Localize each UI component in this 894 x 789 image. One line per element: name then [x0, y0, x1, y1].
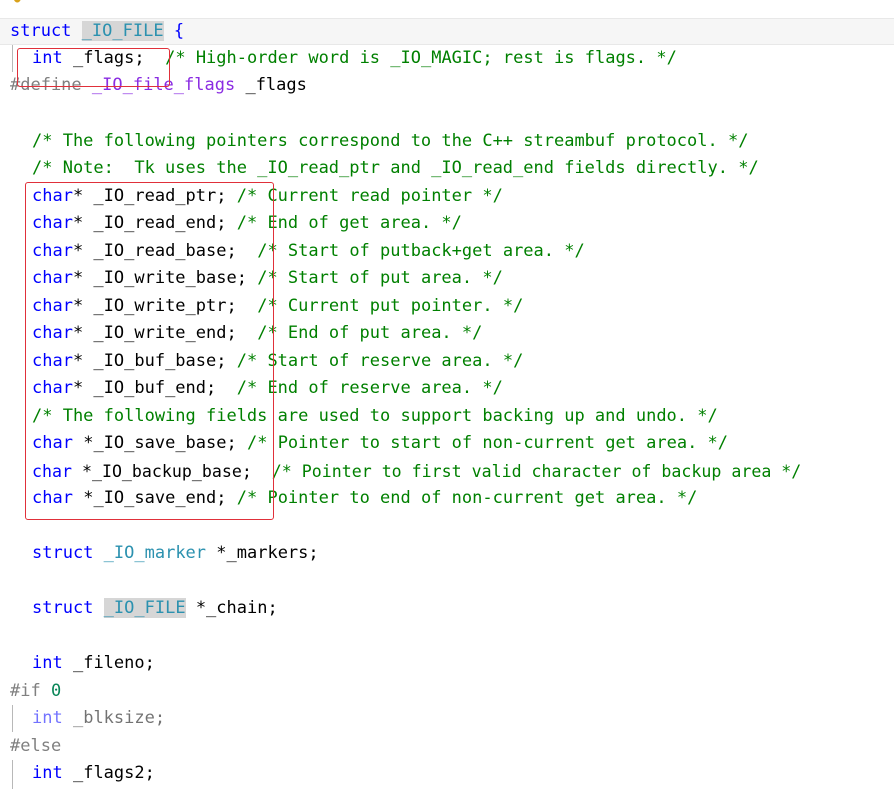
code-line-14[interactable]: char* _IO_buf_end; /* End of reserve are… [32, 375, 503, 402]
preprocessor-directive: #if [10, 681, 41, 701]
preprocessor-directive: #define [10, 75, 82, 95]
keyword: char [32, 241, 73, 261]
declaration: * _IO_write_base; [72, 268, 247, 288]
keyword: struct [32, 598, 94, 618]
keyword: char [32, 462, 72, 481]
fold-guide [12, 760, 13, 789]
declaration: *_IO_save_base; [83, 433, 237, 453]
code-line-9[interactable]: char* _IO_read_base; /* Start of putback… [32, 238, 585, 265]
code-line-22[interactable]: struct _IO_FILE *_chain; [32, 595, 278, 622]
keyword: int [32, 763, 63, 783]
comment: /* End of reserve area. */ [236, 378, 503, 398]
declaration: *_IO_save_end; [83, 488, 227, 508]
lightbulb-icon[interactable]: ● [14, 0, 24, 4]
fold-guide [12, 705, 13, 732]
keyword: int [32, 708, 63, 728]
code-line-8[interactable]: char* _IO_read_end; /* End of get area. … [32, 210, 462, 237]
keyword: char [32, 213, 73, 233]
code-line-7[interactable]: char* _IO_read_ptr; /* Current read poin… [32, 183, 503, 210]
code-line-1[interactable]: struct _IO_FILE { [10, 18, 184, 45]
code-line-24[interactable]: int _fileno; [32, 650, 155, 677]
keyword: char [32, 186, 73, 206]
declaration: _flags; [72, 48, 145, 68]
keyword: char [32, 378, 73, 398]
declaration: _blksize; [72, 708, 166, 728]
keyword: char [32, 268, 73, 288]
code-line-13[interactable]: char* _IO_buf_base; /* Start of reserve … [32, 348, 523, 375]
declaration: *_chain; [195, 598, 278, 618]
comment: /* Start of putback+get area. */ [257, 241, 585, 261]
comment: /* Start of reserve area. */ [236, 351, 524, 371]
keyword: char [32, 296, 73, 316]
code-line-18[interactable]: char *_IO_save_end; /* Pointer to end of… [32, 485, 697, 512]
comment: /* Start of put area. */ [257, 268, 503, 288]
number-literal: 0 [50, 681, 62, 701]
macro-name: _IO_file_flags [91, 75, 236, 95]
comment: /* Pointer to first valid character of b… [271, 462, 802, 481]
comment: /* End of get area. */ [236, 213, 462, 233]
type-name: _IO_FILE [103, 598, 186, 618]
comment: /* Current read pointer */ [236, 186, 503, 206]
declaration: * _IO_read_end; [72, 213, 227, 233]
code-line-15[interactable]: /* The following fields are used to supp… [32, 403, 718, 430]
code-line-27[interactable]: #else [10, 733, 61, 760]
declaration: * _IO_buf_base; [72, 351, 227, 371]
comment: /* The following pointers correspond to … [32, 131, 749, 151]
code-line-10[interactable]: char* _IO_write_base; /* Start of put ar… [32, 265, 503, 292]
brace: { [173, 21, 185, 41]
code-line-28[interactable]: int _flags2; [32, 760, 155, 787]
keyword: char [32, 351, 73, 371]
type-name: _IO_marker [103, 543, 207, 563]
code-line-17[interactable]: char *_IO_backup_base; /* Pointer to fir… [32, 458, 801, 485]
preprocessor-directive: #else [10, 736, 62, 756]
keyword: char [32, 433, 73, 453]
declaration: * _IO_read_ptr; [72, 186, 227, 206]
comment: /* The following fields are used to supp… [32, 406, 718, 426]
declaration: *_IO_backup_base; [81, 462, 252, 481]
code-line-2[interactable]: int _flags; /* High-order word is _IO_MA… [32, 45, 677, 72]
comment: /* High-order word is _IO_MAGIC; rest is… [165, 48, 677, 68]
code-line-11[interactable]: char* _IO_write_ptr; /* Current put poin… [32, 293, 523, 320]
keyword: int [32, 653, 63, 673]
declaration: * _IO_read_base; [72, 241, 237, 261]
code-line-5[interactable]: /* The following pointers correspond to … [32, 128, 748, 155]
keyword: int [32, 48, 63, 68]
keyword: char [32, 488, 73, 508]
comment: /* Note: Tk uses the _IO_read_ptr and _I… [32, 158, 759, 178]
macro-value: _flags [245, 75, 307, 95]
code-line-26-inactive[interactable]: int _blksize; [32, 705, 165, 732]
keyword: char [32, 323, 73, 343]
code-line-20[interactable]: struct _IO_marker *_markers; [32, 540, 319, 567]
code-line-3[interactable]: #define _IO_file_flags _flags [10, 72, 307, 99]
declaration: *_markers; [216, 543, 319, 563]
comment: /* Pointer to start of non-current get a… [246, 433, 729, 453]
keyword: struct [10, 21, 72, 41]
type-name: _IO_FILE [81, 21, 164, 41]
declaration: * _IO_buf_end; [72, 378, 217, 398]
declaration: _fileno; [72, 653, 155, 673]
fold-guide [12, 45, 13, 72]
keyword: struct [32, 543, 94, 563]
declaration: _flags2; [72, 763, 155, 783]
code-line-25[interactable]: #if 0 [10, 678, 61, 705]
declaration: * _IO_write_end; [72, 323, 237, 343]
comment: /* Current put pointer. */ [257, 296, 524, 316]
code-line-12[interactable]: char* _IO_write_end; /* End of put area.… [32, 320, 482, 347]
code-line-16[interactable]: char *_IO_save_base; /* Pointer to start… [32, 430, 728, 457]
code-line-6[interactable]: /* Note: Tk uses the _IO_read_ptr and _I… [32, 155, 759, 182]
declaration: * _IO_write_ptr; [72, 296, 237, 316]
comment: /* Pointer to end of non-current get are… [236, 488, 698, 508]
code-editor[interactable]: ● struct _IO_FILE { int _flags; /* High-… [0, 0, 894, 789]
comment: /* End of put area. */ [257, 323, 483, 343]
